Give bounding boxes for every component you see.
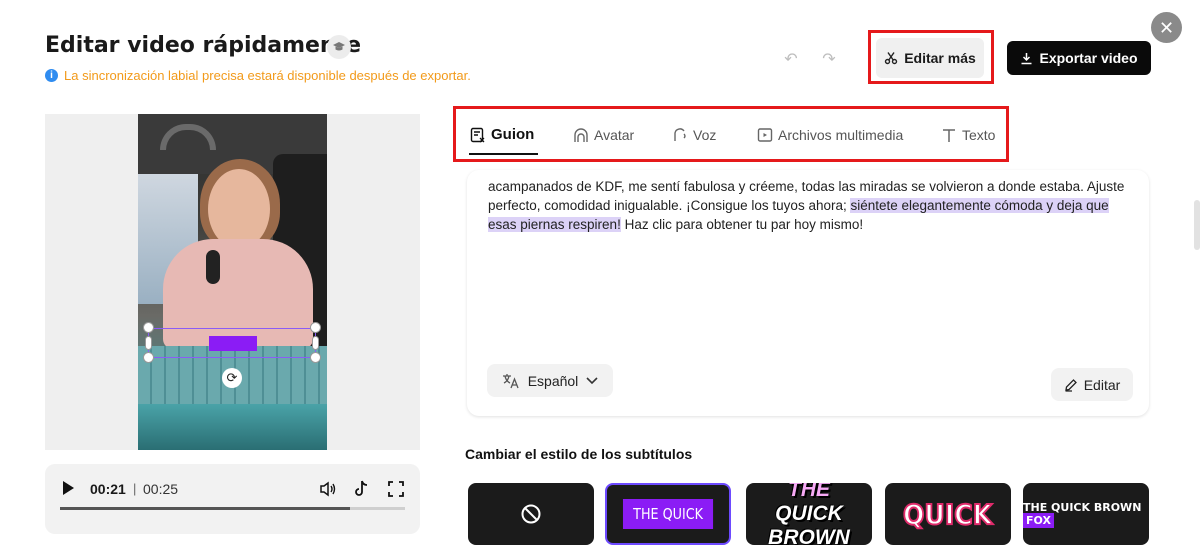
video-preview[interactable]	[138, 114, 327, 450]
style-preview-line: BROWN	[768, 526, 850, 545]
subtitle-styles-title: Cambiar el estilo de los subtítulos	[465, 446, 693, 462]
tab-media-label: Archivos multimedia	[778, 127, 904, 143]
resize-handle[interactable]	[312, 336, 319, 350]
tab-voice[interactable]: Voz	[672, 127, 716, 143]
style-preview-text: THE QUICK BROWN FOX	[1023, 501, 1149, 528]
pencil-icon	[1064, 378, 1077, 392]
edit-more-label: Editar más	[904, 50, 976, 66]
edit-script-label: Editar	[1083, 376, 1121, 393]
edit-script-button[interactable]: Editar	[1051, 368, 1133, 401]
subtitle-style-purple-box[interactable]: THE QUICK	[605, 483, 731, 545]
subtitle-style-stacked[interactable]: THE QUICK BROWN	[746, 483, 872, 545]
video-player-controls	[45, 464, 420, 534]
style-preview-text: QUICK	[902, 497, 993, 532]
tab-avatar[interactable]: Avatar	[573, 127, 634, 143]
play-button[interactable]	[60, 479, 78, 499]
rotate-icon[interactable]: ⟳	[222, 368, 242, 388]
scissors-icon	[885, 52, 898, 65]
play-icon	[63, 481, 74, 495]
resize-handle[interactable]	[143, 322, 154, 333]
style-preview-line: QUICK	[775, 502, 843, 525]
subtitle-style-small-highlight[interactable]: THE QUICK BROWN FOX	[1023, 483, 1149, 545]
resize-handle[interactable]	[310, 352, 321, 363]
tutorial-icon[interactable]	[327, 35, 351, 59]
quick-edit-modal: ✕ Editar video rápidamente i La sincroni…	[0, 0, 1200, 556]
close-icon: ✕	[1158, 17, 1175, 38]
download-icon	[1021, 52, 1032, 64]
total-time: 00:25	[143, 481, 179, 497]
close-button[interactable]: ✕	[1151, 12, 1182, 43]
progress-bar[interactable]	[60, 507, 405, 510]
resize-handle[interactable]	[310, 322, 321, 333]
no-style-icon	[521, 504, 541, 524]
style-preview-text: THE QUICK	[622, 499, 714, 529]
style-preview-accent-word: FOX	[1023, 513, 1054, 528]
script-text-after: Haz clic para obtener tu par hoy mismo!	[620, 217, 864, 232]
tab-text[interactable]: Texto	[941, 127, 995, 143]
active-tab-indicator	[469, 153, 538, 155]
time-separator: |	[133, 481, 137, 496]
progress-fill	[60, 507, 350, 510]
language-select[interactable]: Español	[487, 364, 613, 397]
video-floor	[138, 404, 327, 450]
notice-text: La sincronización labial precisa estará …	[64, 68, 471, 83]
voice-icon	[674, 128, 686, 141]
export-video-button[interactable]: Exportar video	[1007, 41, 1151, 75]
info-icon: i	[45, 69, 58, 82]
redo-icon[interactable]: ↷	[820, 50, 838, 68]
export-label: Exportar video	[1039, 50, 1138, 66]
current-time: 00:21	[90, 481, 126, 497]
style-preview-stack: THE QUICK BROWN	[768, 483, 850, 545]
tab-script-label: Guion	[491, 126, 535, 143]
volume-icon[interactable]	[318, 479, 338, 499]
tab-media[interactable]: Archivos multimedia	[757, 127, 903, 143]
lipsync-notice: i La sincronización labial precisa estar…	[45, 68, 471, 83]
script-text[interactable]: acampanados de KDF, me sentí fabulosa y …	[488, 177, 1128, 234]
script-icon	[470, 127, 485, 142]
video-face	[208, 169, 270, 249]
subtitle-style-bold-outline[interactable]: QUICK	[885, 483, 1011, 545]
page-title: Editar video rápidamente	[45, 33, 362, 58]
subtitle-chip[interactable]	[209, 336, 257, 351]
style-preview-line: THE	[788, 483, 830, 501]
language-label: Español	[527, 372, 579, 389]
fullscreen-icon[interactable]	[386, 479, 406, 499]
avatar-icon	[574, 128, 588, 142]
tab-text-label: Texto	[962, 127, 996, 143]
translate-icon	[502, 373, 519, 388]
resize-handle[interactable]	[145, 336, 152, 350]
tab-script[interactable]: Guion	[470, 126, 534, 143]
scrollbar[interactable]	[1194, 200, 1200, 250]
tab-voice-label: Voz	[693, 127, 717, 143]
media-icon	[757, 128, 773, 142]
text-icon	[943, 129, 955, 142]
tiktok-icon[interactable]	[352, 479, 372, 499]
video-microphone	[206, 250, 220, 284]
edit-more-button[interactable]: Editar más	[876, 38, 984, 78]
subtitle-style-none[interactable]	[468, 483, 594, 545]
tab-avatar-label: Avatar	[594, 127, 635, 143]
undo-icon[interactable]: ↶	[782, 50, 800, 68]
chevron-down-icon	[586, 376, 598, 384]
resize-handle[interactable]	[143, 352, 154, 363]
